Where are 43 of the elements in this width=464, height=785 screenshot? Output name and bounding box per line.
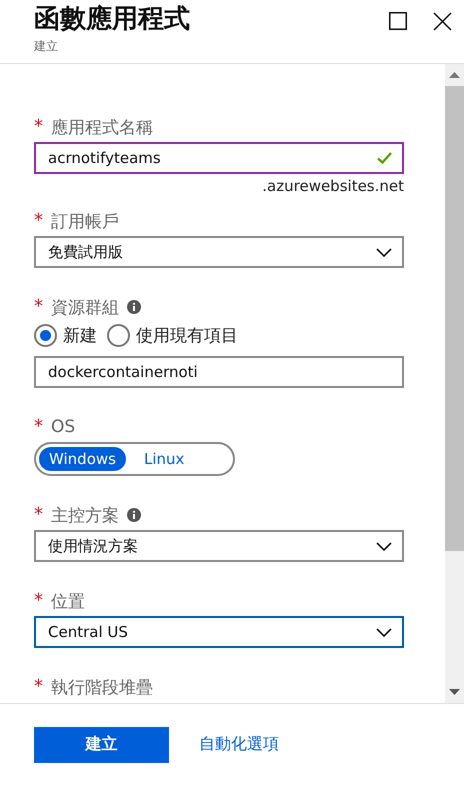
dropdown[interactable]: 使用情況方案 <box>34 530 404 562</box>
info-icon[interactable] <box>127 300 141 314</box>
chevron-down-icon <box>376 248 392 256</box>
required-asterisk: * <box>34 118 43 136</box>
required-asterisk: * <box>34 298 43 316</box>
required-asterisk: * <box>34 418 43 436</box>
automation-options-link[interactable]: 自動化選項 <box>199 734 279 755</box>
field-label: OS <box>51 417 76 437</box>
text-field[interactable]: dockercontainernoti <box>34 356 404 388</box>
close-icon[interactable] <box>433 12 452 31</box>
info-icon[interactable] <box>127 508 141 522</box>
scrollbar-thumb[interactable] <box>445 86 464 551</box>
segmented-toggle[interactable]: Windows Linux <box>34 442 235 476</box>
radio-button[interactable] <box>34 324 57 346</box>
field-label: 資源群組 <box>51 296 119 318</box>
text-field[interactable]: acrnotifyteams <box>34 142 404 174</box>
required-asterisk: * <box>34 506 43 524</box>
scrollbar[interactable] <box>445 64 464 703</box>
dropdown[interactable]: 免費試用版 <box>34 236 404 268</box>
dropdown[interactable]: Central US <box>34 616 404 648</box>
toggle-option[interactable]: Windows <box>39 447 126 471</box>
scroll-down-icon[interactable] <box>449 689 460 695</box>
chevron-down-icon <box>376 628 392 636</box>
required-asterisk: * <box>34 212 43 230</box>
radio-label[interactable]: 新建 <box>63 324 97 346</box>
window-subtitle: 建立 <box>34 38 59 54</box>
scroll-up-icon[interactable] <box>449 72 460 78</box>
radio-label[interactable]: 使用現有項目 <box>136 324 238 346</box>
radio-button[interactable] <box>107 324 130 346</box>
field-label: 訂用帳戶 <box>51 210 119 232</box>
create-button[interactable]: 建立 <box>34 726 169 762</box>
field-label: 主控方案 <box>51 504 119 526</box>
required-asterisk: * <box>34 678 43 696</box>
toggle-option[interactable]: Linux <box>134 447 194 471</box>
field-label: 位置 <box>51 590 85 612</box>
domain-suffix: .azurewebsites.net <box>261 176 404 196</box>
field-label: 執行階段堆疊 <box>51 676 153 698</box>
chevron-down-icon <box>376 542 392 550</box>
checkmark-icon <box>377 152 392 164</box>
window-title: 函數應用程式 <box>34 4 191 34</box>
maximize-icon[interactable] <box>389 12 407 30</box>
field-label: 應用程式名稱 <box>51 116 153 138</box>
required-asterisk: * <box>34 592 43 610</box>
